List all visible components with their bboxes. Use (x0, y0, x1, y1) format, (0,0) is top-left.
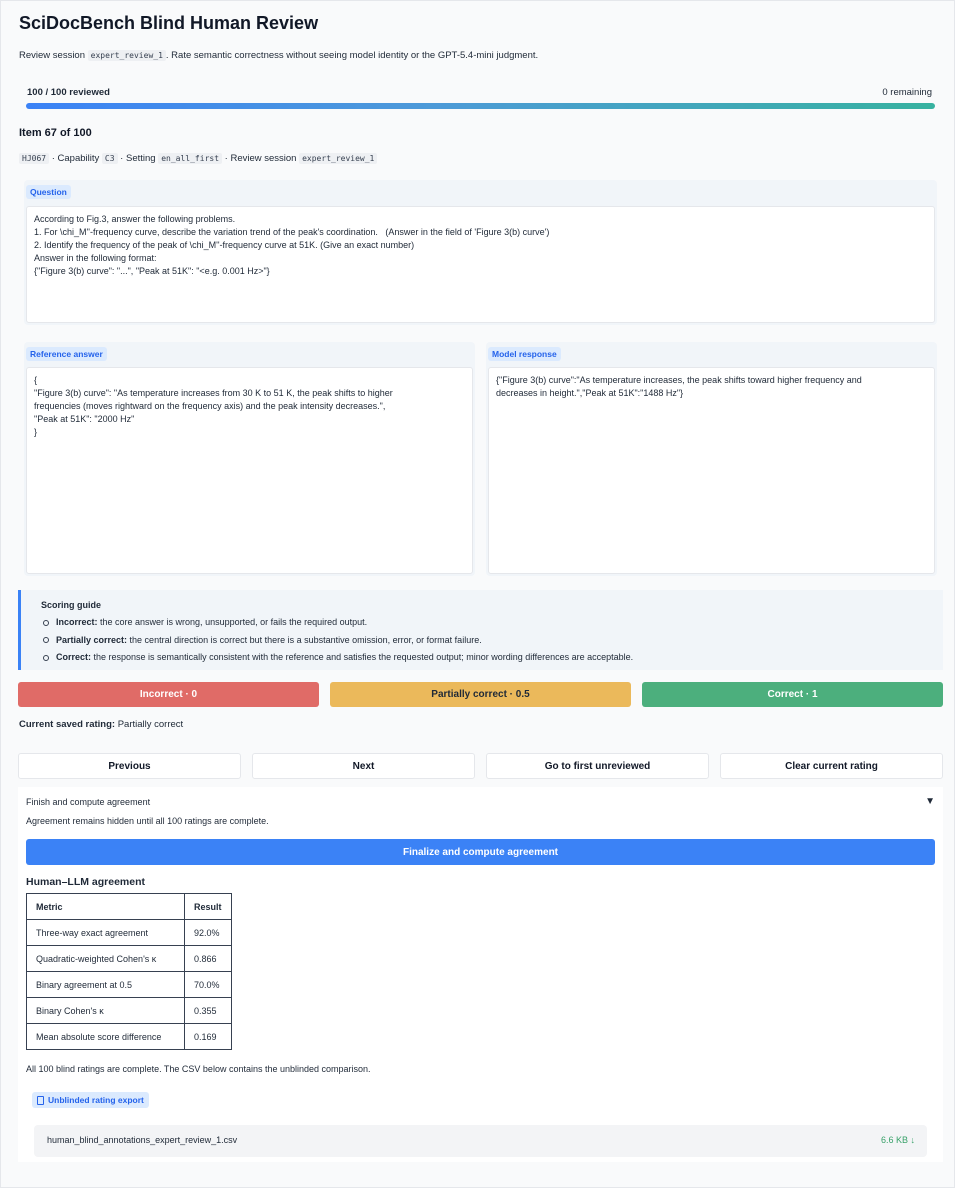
finish-summary-toggle[interactable]: Finish and compute agreement (26, 797, 150, 807)
first-unreviewed-button[interactable]: Go to first unreviewed (486, 753, 709, 779)
result-cell: 0.866 (184, 945, 232, 972)
export-tag: Unblinded rating export (32, 1092, 149, 1108)
reviewed-count: 100 / 100 reviewed (27, 87, 110, 98)
agreement-table: Metric Result Three-way exact agreement 9… (26, 893, 232, 1050)
reference-text: { "Figure 3(b) curve": "As temperature i… (26, 367, 473, 574)
reference-panel: Reference answer { "Figure 3(b) curve": … (24, 342, 475, 576)
model-response-text: {"Figure 3(b) curve":"As temperature inc… (488, 367, 935, 574)
session-label: · Review session (222, 153, 300, 164)
guide-item-incorrect: Incorrect: the core answer is wrong, uns… (43, 614, 633, 632)
rate-partially-correct-button[interactable]: Partially correct · 0.5 (330, 682, 631, 707)
bullet-icon (43, 619, 49, 626)
page-subtitle: Review session expert_review_1. Rate sem… (19, 50, 538, 61)
model-response-tag: Model response (488, 347, 561, 361)
collapse-arrow-icon[interactable]: ▼ (925, 796, 935, 807)
previous-button[interactable]: Previous (18, 753, 241, 779)
capability-label: · Capability (49, 153, 102, 164)
metric-header: Metric (26, 893, 185, 920)
finalize-button[interactable]: Finalize and compute agreement (26, 839, 935, 865)
table-row: Binary Cohen's κ 0.355 (26, 997, 232, 1024)
agreement-title: Human–LLM agreement (26, 876, 146, 888)
result-cell: 0.355 (184, 997, 232, 1024)
guide-item-correct: Correct: the response is semantically co… (43, 649, 633, 667)
current-saved-rating: Current saved rating: Partially correct (19, 719, 183, 730)
guide-item-text: the core answer is wrong, unsupported, o… (97, 617, 368, 627)
next-button[interactable]: Next (252, 753, 475, 779)
scoring-guide: Scoring guide Incorrect: the core answer… (18, 590, 943, 670)
setting-label: · Setting (117, 153, 159, 164)
model-response-panel: Model response {"Figure 3(b) curve":"As … (486, 342, 937, 576)
review-page: SciDocBench Blind Human Review Review se… (0, 0, 955, 1188)
progress-bar (26, 103, 935, 109)
remaining-count: 0 remaining (882, 87, 932, 98)
table-row: Quadratic-weighted Cohen's κ 0.866 (26, 945, 232, 972)
bullet-icon (43, 637, 49, 644)
table-row: Three-way exact agreement 92.0% (26, 919, 232, 946)
item-title: Item 67 of 100 (19, 127, 92, 139)
scoring-guide-list: Incorrect: the core answer is wrong, uns… (43, 614, 633, 667)
csv-file-name[interactable]: human_blind_annotations_expert_review_1.… (47, 1135, 237, 1145)
setting-value: en_all_first (158, 153, 223, 164)
question-tag: Question (26, 185, 71, 199)
metric-cell: Binary agreement at 0.5 (26, 971, 185, 998)
rate-incorrect-button[interactable]: Incorrect · 0 (18, 682, 319, 707)
session-value: expert_review_1 (299, 153, 378, 164)
guide-item-label: Incorrect: (56, 617, 98, 627)
complete-note: All 100 blind ratings are complete. The … (26, 1064, 371, 1074)
metric-cell: Quadratic-weighted Cohen's κ (26, 945, 185, 972)
table-header-row: Metric Result (26, 893, 232, 920)
guide-item-partial: Partially correct: the central direction… (43, 632, 633, 650)
bullet-icon (43, 654, 49, 661)
file-icon (37, 1095, 44, 1105)
result-header: Result (184, 893, 232, 920)
export-tag-label: Unblinded rating export (48, 1095, 144, 1105)
finish-section: Finish and compute agreement ▼ Agreement… (18, 787, 943, 1162)
guide-item-text: the central direction is correct but the… (127, 634, 482, 645)
result-cell: 92.0% (184, 919, 232, 946)
progress-bar-fill (26, 103, 935, 109)
table-row: Mean absolute score difference 0.169 (26, 1023, 232, 1050)
page-title: SciDocBench Blind Human Review (19, 13, 319, 33)
subtitle-session-code: expert_review_1 (87, 50, 166, 61)
question-panel: Question According to Fig.3, answer the … (24, 180, 937, 325)
table-row: Binary agreement at 0.5 70.0% (26, 971, 232, 998)
guide-item-label: Correct: (56, 652, 92, 662)
item-meta: HJ067 · Capability C3 · Setting en_all_f… (19, 153, 378, 164)
result-cell: 70.0% (184, 971, 232, 998)
scoring-guide-title: Scoring guide (41, 600, 102, 610)
saved-rating-value: Partially correct (115, 719, 184, 730)
guide-item-text: the response is semantically consistent … (91, 652, 634, 662)
subtitle-suffix: . Rate semantic correctness without seei… (165, 50, 539, 61)
saved-rating-label: Current saved rating: (19, 719, 116, 730)
metric-cell: Three-way exact agreement (26, 919, 185, 946)
metric-cell: Binary Cohen's κ (26, 997, 185, 1024)
clear-rating-button[interactable]: Clear current rating (720, 753, 943, 779)
item-id: HJ067 (19, 153, 50, 164)
metric-cell: Mean absolute score difference (26, 1023, 185, 1050)
reference-tag: Reference answer (26, 347, 107, 361)
capability-value: C3 (101, 153, 118, 164)
csv-download-link[interactable]: 6.6 KB ↓ (881, 1135, 915, 1145)
question-text: According to Fig.3, answer the following… (26, 206, 935, 323)
guide-item-label: Partially correct: (56, 634, 128, 645)
result-cell: 0.169 (184, 1023, 232, 1050)
rate-correct-button[interactable]: Correct · 1 (642, 682, 943, 707)
subtitle-prefix: Review session (19, 50, 88, 61)
finish-note: Agreement remains hidden until all 100 r… (26, 816, 269, 826)
csv-download-row[interactable]: human_blind_annotations_expert_review_1.… (34, 1125, 927, 1157)
